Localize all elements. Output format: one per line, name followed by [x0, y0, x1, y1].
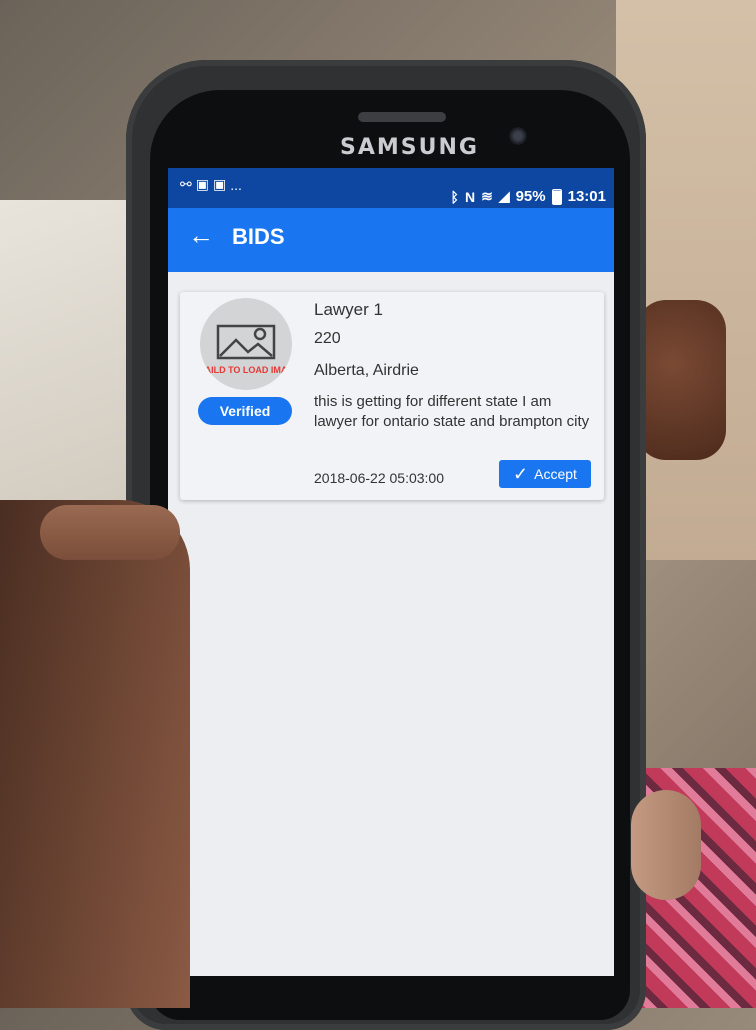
phone-speaker: [358, 112, 446, 122]
battery-percent: 95%: [515, 188, 546, 205]
phone-screen: ⚯ ▣ ▣ ... ᛒ N ≋ ◢ 95% 13:01 ← BIDS AILD …: [168, 168, 614, 976]
background-chair: [636, 300, 726, 460]
image-error-text: AILD TO LOAD IMA: [204, 365, 288, 375]
finger: [631, 790, 701, 900]
bid-card: AILD TO LOAD IMA Verified Lawyer 1 220 A…: [180, 292, 604, 500]
bid-location: Alberta, Airdrie: [314, 362, 419, 379]
verified-badge: Verified: [198, 397, 292, 425]
page-title: BIDS: [232, 224, 285, 249]
status-left-icons: ⚯ ▣ ▣ ...: [180, 176, 242, 193]
image-icon: ▣: [195, 176, 209, 192]
phone-brand: SAMSUNG: [340, 135, 479, 160]
image-placeholder-icon: [216, 324, 276, 360]
more-notifications: ...: [230, 176, 242, 193]
accept-label: Accept: [534, 466, 577, 482]
app-bar: ← BIDS: [168, 208, 614, 272]
battery-icon: [551, 188, 562, 205]
check-icon: ✓: [513, 463, 529, 484]
accept-button[interactable]: ✓ Accept: [499, 460, 591, 488]
hand: [0, 500, 190, 1008]
clock: 13:01: [567, 188, 606, 205]
avatar: AILD TO LOAD IMA: [200, 298, 292, 390]
lawyer-name: Lawyer 1: [314, 300, 383, 319]
status-right-icons: ᛒ N ≋ ◢ 95% 13:01: [451, 188, 606, 205]
back-arrow-icon[interactable]: ←: [188, 220, 214, 251]
wifi-icon: ≋: [481, 188, 493, 204]
nfc-icon: N: [464, 188, 476, 205]
link-icon: ⚯: [180, 176, 192, 192]
signal-icon: ◢: [498, 188, 510, 204]
status-bar: ⚯ ▣ ▣ ... ᛒ N ≋ ◢ 95% 13:01: [168, 168, 614, 208]
bluetooth-icon: ᛒ: [450, 188, 459, 205]
bid-description: this is getting for different state I am…: [314, 393, 590, 430]
thumb: [40, 505, 180, 560]
bid-amount: 220: [314, 330, 341, 347]
bid-date: 2018-06-22 05:03:00: [314, 470, 444, 486]
front-camera: [509, 127, 527, 145]
image-icon: ▣: [212, 176, 227, 192]
